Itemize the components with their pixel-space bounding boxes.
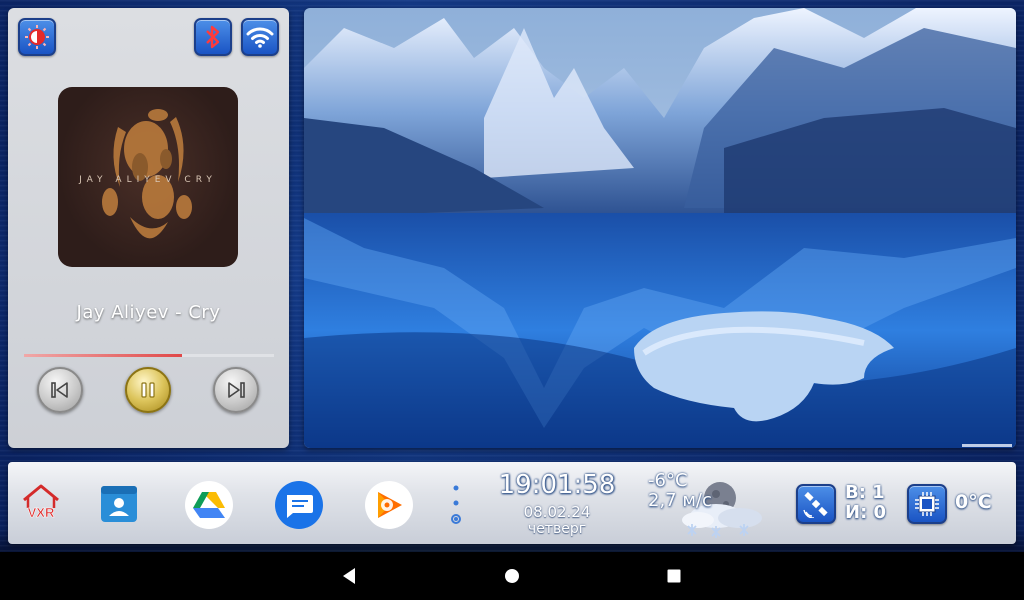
play-music-icon bbox=[365, 481, 413, 529]
wifi-icon bbox=[246, 27, 274, 48]
bluetooth-icon bbox=[206, 25, 220, 49]
recents-icon bbox=[667, 569, 681, 583]
home-icon: VXR bbox=[23, 484, 59, 520]
wifi-button[interactable] bbox=[241, 18, 279, 56]
google-drive-app[interactable] bbox=[184, 480, 234, 530]
song-title: Jay Aliyev - Cry bbox=[76, 302, 221, 323]
clock-date: 08.02.24 bbox=[523, 503, 591, 521]
brightness-button[interactable] bbox=[18, 18, 56, 56]
pause-button[interactable] bbox=[125, 367, 171, 413]
album-art-text: JAY ALIYEV CRY bbox=[78, 175, 217, 185]
wallpaper-image bbox=[304, 8, 1016, 448]
gps-satellites-used: И: 0 bbox=[845, 502, 887, 523]
clock-day: четверг bbox=[527, 521, 587, 537]
vxr-launcher-button[interactable]: VXR bbox=[20, 482, 62, 522]
contacts-app[interactable] bbox=[99, 484, 139, 524]
recents-button[interactable] bbox=[662, 564, 686, 588]
home-nav-button[interactable] bbox=[500, 564, 524, 588]
gps-satellites-visible: B: 1 bbox=[845, 482, 885, 503]
cpu-temp-button[interactable] bbox=[907, 484, 947, 524]
play-music-app[interactable] bbox=[364, 480, 414, 530]
progress-fill bbox=[24, 354, 182, 357]
messages-app[interactable] bbox=[274, 480, 324, 530]
back-button[interactable] bbox=[337, 564, 361, 588]
brightness-icon bbox=[25, 25, 49, 49]
mountain-lake-illustration bbox=[304, 8, 1016, 448]
cpu-temperature: 0°C bbox=[955, 491, 992, 513]
vxr-label: VXR bbox=[28, 505, 55, 520]
skip-previous-icon bbox=[51, 382, 68, 398]
gps-status-button[interactable] bbox=[796, 484, 836, 524]
home-nav-icon bbox=[505, 569, 519, 583]
back-icon bbox=[343, 568, 355, 584]
messages-icon bbox=[275, 481, 323, 529]
bluetooth-button[interactable] bbox=[194, 18, 232, 56]
album-art-illustration: JAY ALIYEV CRY bbox=[78, 109, 217, 239]
satellite-icon bbox=[803, 491, 828, 518]
cpu-chip-icon bbox=[915, 492, 939, 516]
pause-icon bbox=[141, 382, 155, 398]
clock-time[interactable]: 19:01:58 bbox=[497, 470, 617, 500]
page-indicator[interactable] bbox=[448, 481, 464, 527]
media-player-panel: JAY ALIYEV CRY Jay Aliyev - Cry bbox=[8, 8, 289, 448]
skip-next-icon bbox=[228, 382, 245, 398]
contacts-icon bbox=[101, 486, 137, 522]
next-track-button[interactable] bbox=[213, 367, 259, 413]
progress-bar[interactable] bbox=[24, 354, 274, 357]
weather-temperature: -6°C bbox=[648, 470, 688, 491]
page-indicator-icon bbox=[451, 485, 461, 524]
album-art[interactable]: JAY ALIYEV CRY bbox=[58, 87, 238, 267]
google-drive-icon bbox=[185, 481, 233, 529]
previous-track-button[interactable] bbox=[37, 367, 83, 413]
weather-wind: 2,7 м/с bbox=[648, 490, 712, 511]
